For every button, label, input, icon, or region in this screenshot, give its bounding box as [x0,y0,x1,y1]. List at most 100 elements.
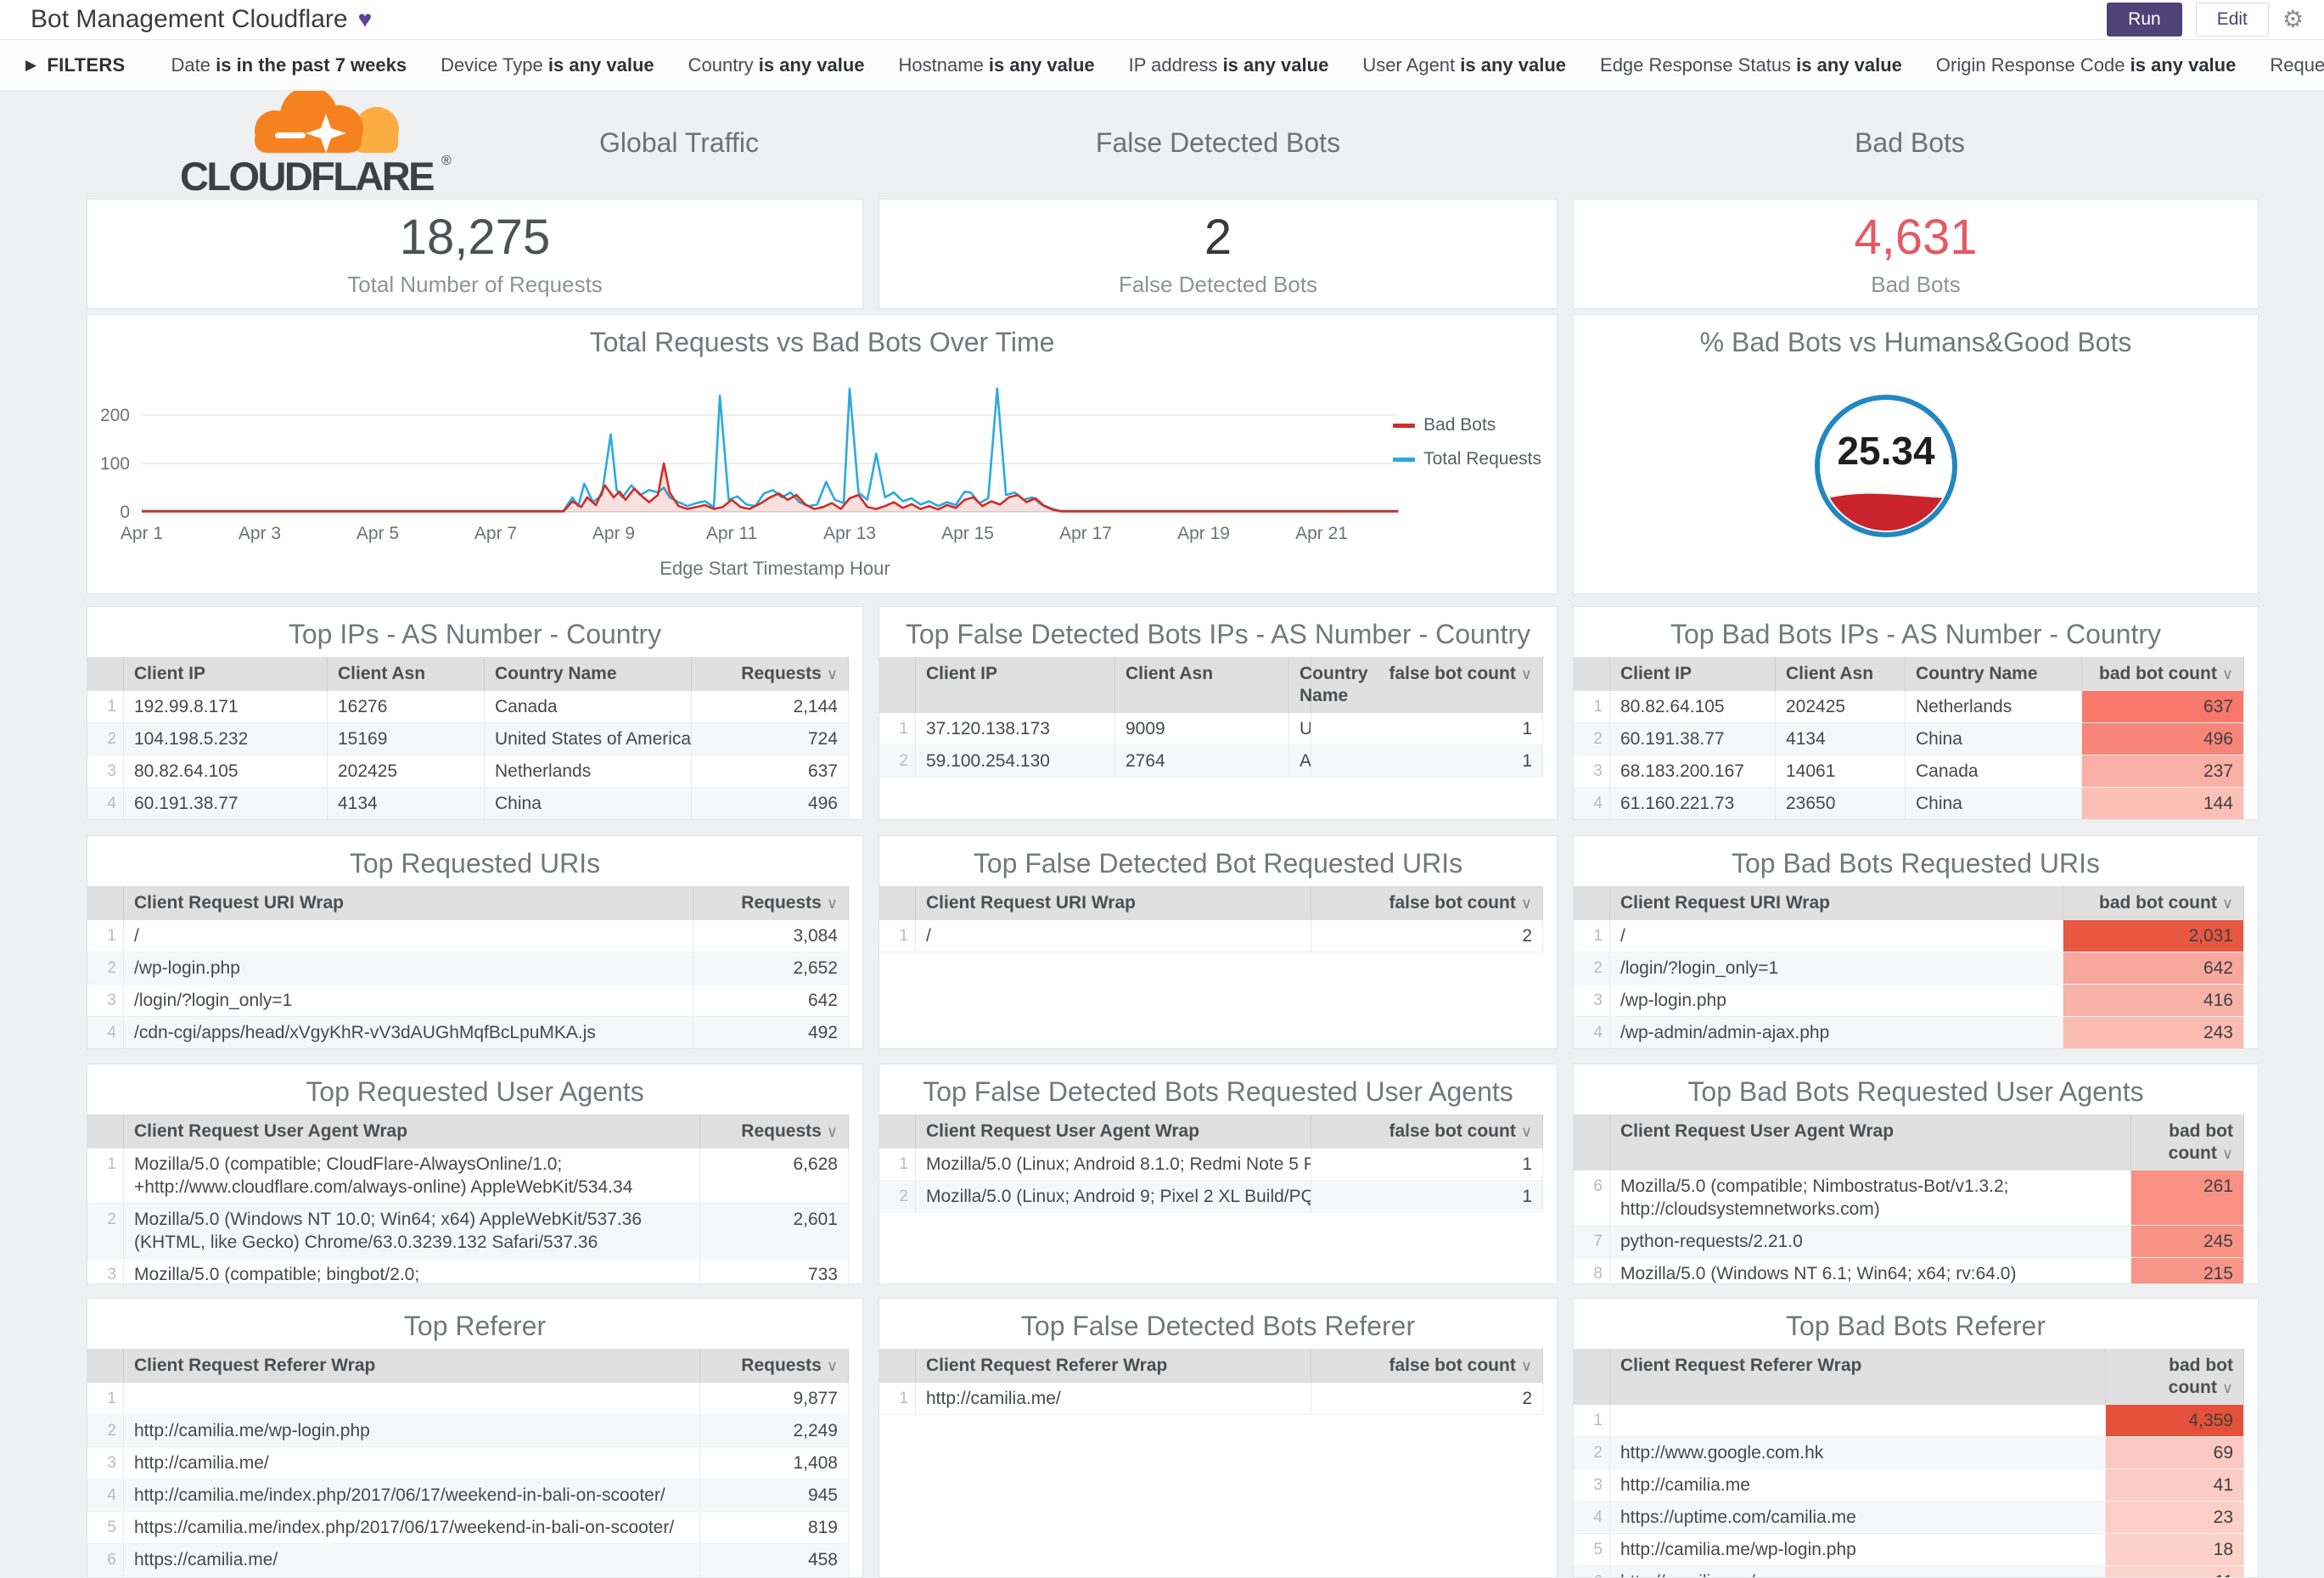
filters-toggle[interactable]: ▶ FILTERS [25,54,126,76]
row-number: 1 [1574,1405,1610,1437]
table-false-detected-bots-user-agents: Top False Detected Bots Requested User A… [879,1064,1558,1284]
column-header[interactable]: Client Asn [328,657,485,691]
column-header[interactable]: Country Name [1289,657,1311,713]
cell: 416 [2063,985,2244,1017]
sort-chevron-icon[interactable]: ∨ [827,665,838,682]
column-header[interactable]: Client Asn [1776,657,1906,691]
column-header[interactable]: Requests∨ [693,886,849,920]
filter-item[interactable]: IP address is any value [1129,54,1329,76]
filter-item[interactable]: Date is in the past 7 weeks [171,54,407,76]
cell [1610,820,1776,821]
column-header[interactable]: bad bot count∨ [2106,1349,2244,1405]
column-header[interactable]: Client Request User Agent Wrap [124,1115,700,1148]
cell: 2 [1311,1383,1543,1415]
column-header[interactable]: Client Request Referer Wrap [916,1349,1311,1383]
cell: http://camilia.me/wp-login.php [124,1415,700,1447]
column-header[interactable]: Requests∨ [700,1115,849,1148]
column-header[interactable]: Client IP [916,657,1115,713]
row-number-header [1574,657,1610,691]
column-header[interactable]: Requests∨ [700,1349,849,1383]
cell: 59.100.254.130 [916,745,1115,778]
column-header[interactable]: false bot count∨ [1311,1115,1543,1148]
sort-chevron-icon[interactable]: ∨ [1521,895,1532,912]
sort-chevron-icon[interactable]: ∨ [1521,1123,1532,1140]
column-header[interactable]: Country Name [1906,657,2082,691]
table-title: Top Bad Bots Referer [1574,1299,2258,1349]
filter-item[interactable]: Device Type is any value [441,54,654,76]
cell: / [916,920,1311,952]
column-header[interactable]: Client Request URI Wrap [1610,886,2063,920]
sort-chevron-icon[interactable]: ∨ [1521,665,1532,682]
run-button[interactable]: Run [2107,3,2182,36]
sort-chevron-icon[interactable]: ∨ [827,1123,838,1140]
filter-item[interactable]: Country is any value [688,54,865,76]
cell: Canada [485,691,692,723]
cell: 2,601 [700,1204,849,1259]
column-header[interactable]: Client Request URI Wrap [124,886,693,920]
cell: 14061 [1776,755,1906,788]
row-number-header [879,886,916,920]
cell: Netherlands [1906,691,2082,723]
cell: /login/?login_only=1 [124,985,693,1017]
row-number: 5 [87,1512,124,1544]
sort-chevron-icon[interactable]: ∨ [2222,1379,2233,1396]
column-header[interactable]: Client Request Referer Wrap [124,1349,700,1383]
column-header[interactable]: bad bot count∨ [2082,657,2244,691]
column-header[interactable]: false bot count∨ [1311,886,1543,920]
table-bad-bots-user-agents: Top Bad Bots Requested User Agents Clien… [1573,1064,2259,1284]
sort-chevron-icon[interactable]: ∨ [827,1357,838,1374]
filter-item[interactable]: Hostname is any value [899,54,1095,76]
column-header[interactable]: Client IP [1610,657,1776,691]
table-false-detected-bot-uris: Top False Detected Bot Requested URIs Cl… [879,835,1558,1049]
cell: 2,249 [700,1415,849,1447]
cell [1906,820,2082,821]
line-chart-plot[interactable]: 0100200Apr 1Apr 3Apr 5Apr 7Apr 9Apr 11Ap… [87,359,1558,556]
cell: 80.82.64.105 [1610,691,1776,723]
cell: 15169 [328,723,485,755]
topbar-actions: Run Edit ⚙ [2107,3,2304,36]
cell: 11 [2106,1566,2244,1578]
sort-chevron-icon[interactable]: ∨ [2222,1145,2233,1162]
row-number: 2 [1574,1437,1610,1469]
cell: 4134 [1776,723,1906,755]
column-header[interactable]: false bot count∨ [1311,1349,1543,1383]
filter-item[interactable]: Edge Response Status is any value [1600,54,1902,76]
column-header[interactable]: Client IP [124,657,328,691]
table-row: 3/login/?login_only=1642 [87,985,849,1017]
cell: 61.160.221.73 [1610,788,1776,820]
sort-chevron-icon[interactable]: ∨ [2222,895,2233,912]
column-header[interactable]: Client Request User Agent Wrap [1610,1115,2131,1171]
column-header[interactable]: bad bot count∨ [2131,1115,2244,1171]
filter-item[interactable]: User Agent is any value [1362,54,1566,76]
edit-button[interactable]: Edit [2196,3,2269,36]
legend-item[interactable]: Total Requests [1393,449,1541,469]
column-header[interactable]: Client Request Referer Wrap [1610,1349,2106,1405]
column-header[interactable]: Requests∨ [692,657,849,691]
data-table: Client Request User Agent Wrapfalse bot … [879,1115,1543,1213]
filter-item[interactable]: Request URI is any value [2270,54,2324,76]
cell: 637 [692,755,849,788]
table-row: 460.191.38.774134China496 [87,788,849,820]
table-row: 3http://camilia.me/1,408 [87,1447,849,1480]
cell: https://camilia.me/ [124,1544,700,1576]
column-header[interactable]: Client Request URI Wrap [916,886,1311,920]
table-row: 2/wp-login.php2,652 [87,952,849,985]
gear-icon[interactable]: ⚙ [2282,8,2304,31]
filter-item[interactable]: Origin Response Code is any value [1936,54,2236,76]
sort-chevron-icon[interactable]: ∨ [1521,1357,1532,1374]
svg-text:Apr 5: Apr 5 [356,524,399,543]
column-header[interactable]: bad bot count∨ [2063,886,2244,920]
kpi-false-detected-bots-value: 2 [1204,210,1232,267]
column-header[interactable]: Client Asn [1115,657,1289,713]
column-header[interactable]: Country Name [485,657,692,691]
table-bad-bots-referer: Top Bad Bots Referer Client Request Refe… [1573,1298,2259,1578]
cell: /cdn-cgi/apps/head/xVgyKhR-vV3dAUGhMqfBc… [124,1017,693,1049]
data-table: Client Request User Agent WrapRequests∨1… [87,1115,849,1284]
section-title-false-detected-bots: False Detected Bots [963,127,1473,159]
cell: 458 [700,1544,849,1576]
legend-item[interactable]: Bad Bots [1393,415,1541,435]
sort-chevron-icon[interactable]: ∨ [2222,665,2233,682]
column-header[interactable]: Client Request User Agent Wrap [916,1115,1311,1148]
sort-chevron-icon[interactable]: ∨ [827,895,838,912]
table-row: 1Mozilla/5.0 (Linux; Android 8.1.0; Redm… [879,1148,1543,1181]
